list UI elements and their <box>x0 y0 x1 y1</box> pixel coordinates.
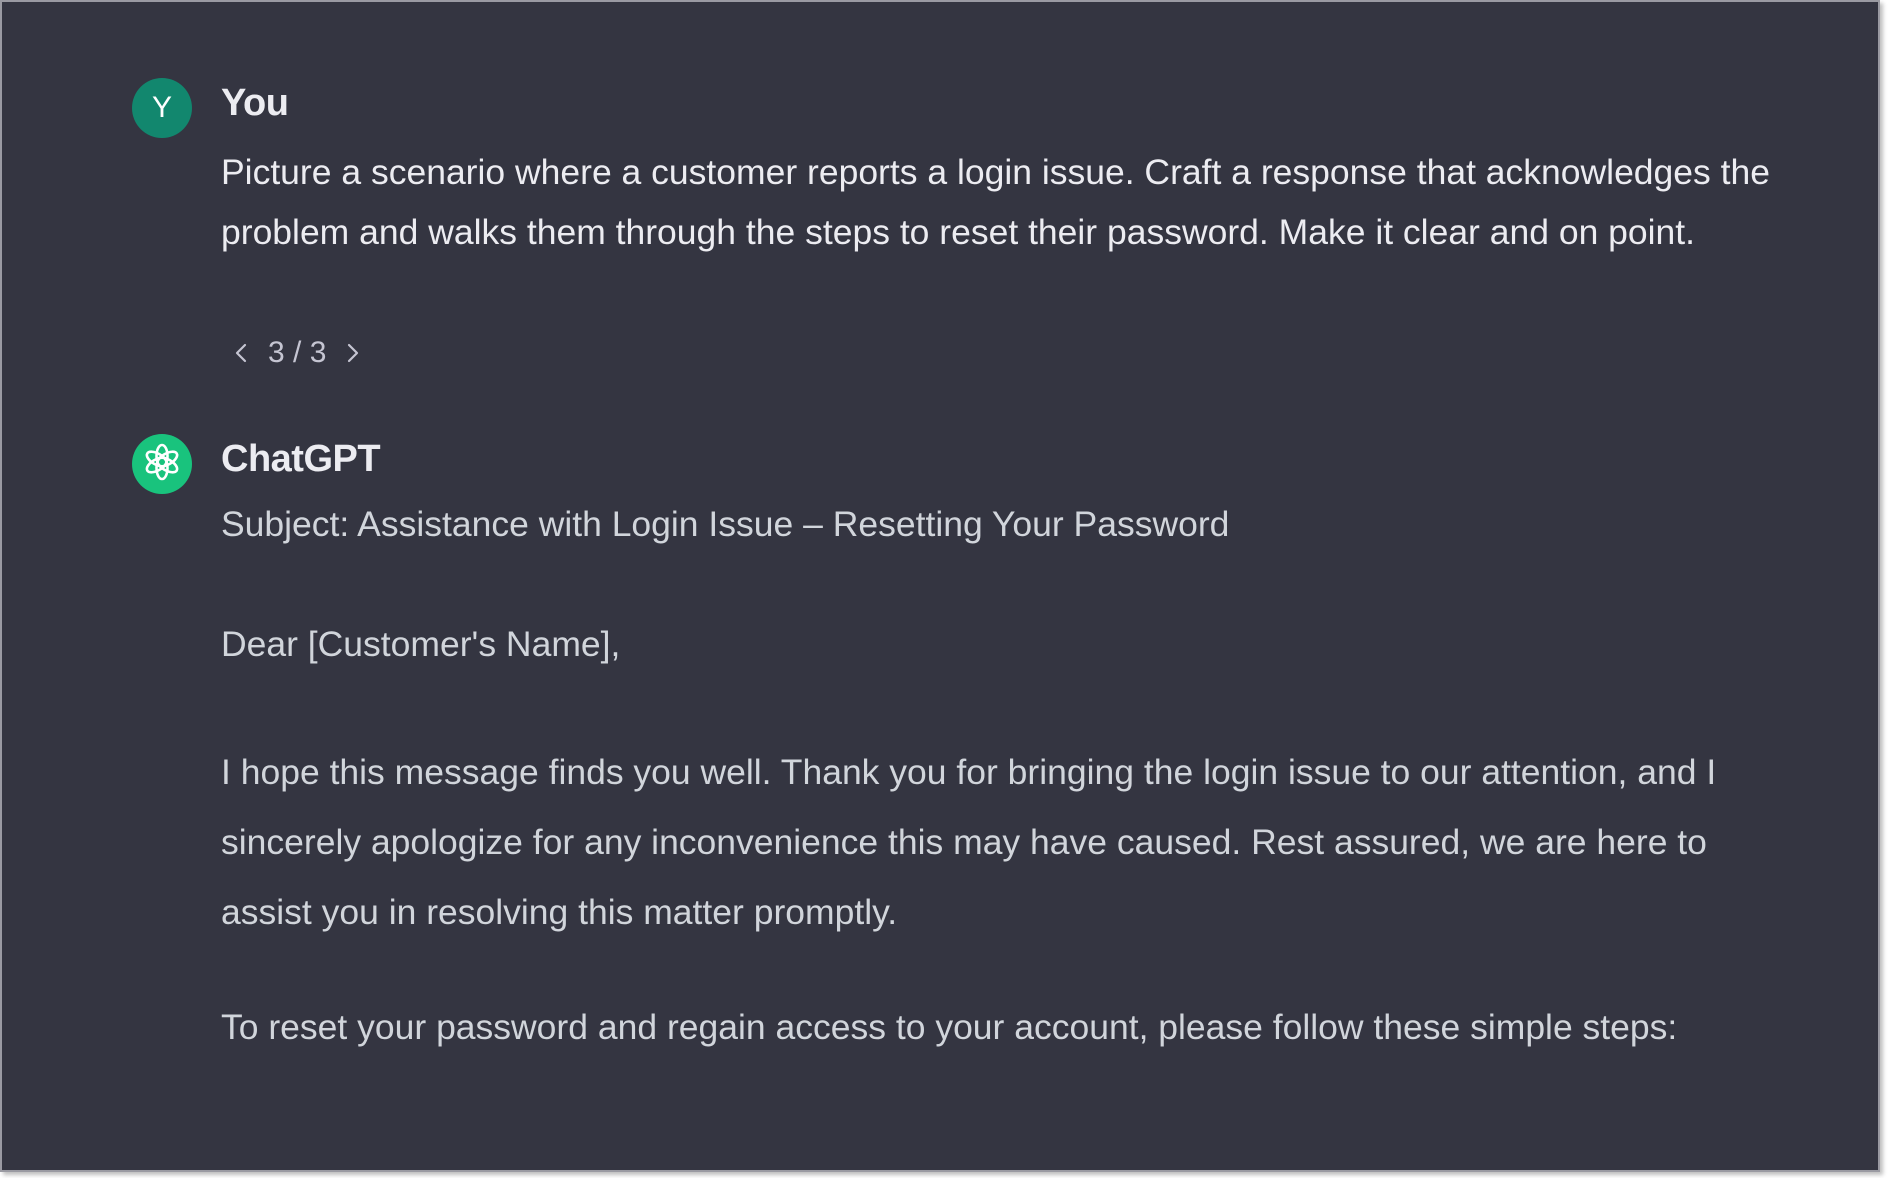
user-author-name: You <box>221 82 289 124</box>
pager-label: 3 / 3 <box>268 336 327 369</box>
openai-logo-icon <box>142 442 182 487</box>
email-subject: Subject: Assistance with Login Issue – R… <box>221 504 1230 544</box>
email-greeting: Dear [Customer's Name], <box>221 624 621 664</box>
response-pager: 3 / 3 <box>228 336 366 370</box>
chat-window: Y You Picture a scenario where a custome… <box>0 0 1880 1172</box>
user-message-text: Picture a scenario where a customer repo… <box>221 152 1770 252</box>
email-paragraph-2: To reset your password and regain access… <box>221 1007 1678 1047</box>
assistant-avatar <box>132 434 192 494</box>
chevron-left-icon[interactable] <box>228 338 254 368</box>
user-avatar-letter: Y <box>151 91 172 124</box>
assistant-author-name: ChatGPT <box>221 438 381 480</box>
email-paragraph-1: I hope this message finds you well. Than… <box>221 752 1717 932</box>
chevron-right-icon[interactable] <box>340 338 366 368</box>
user-avatar: Y <box>132 78 192 138</box>
